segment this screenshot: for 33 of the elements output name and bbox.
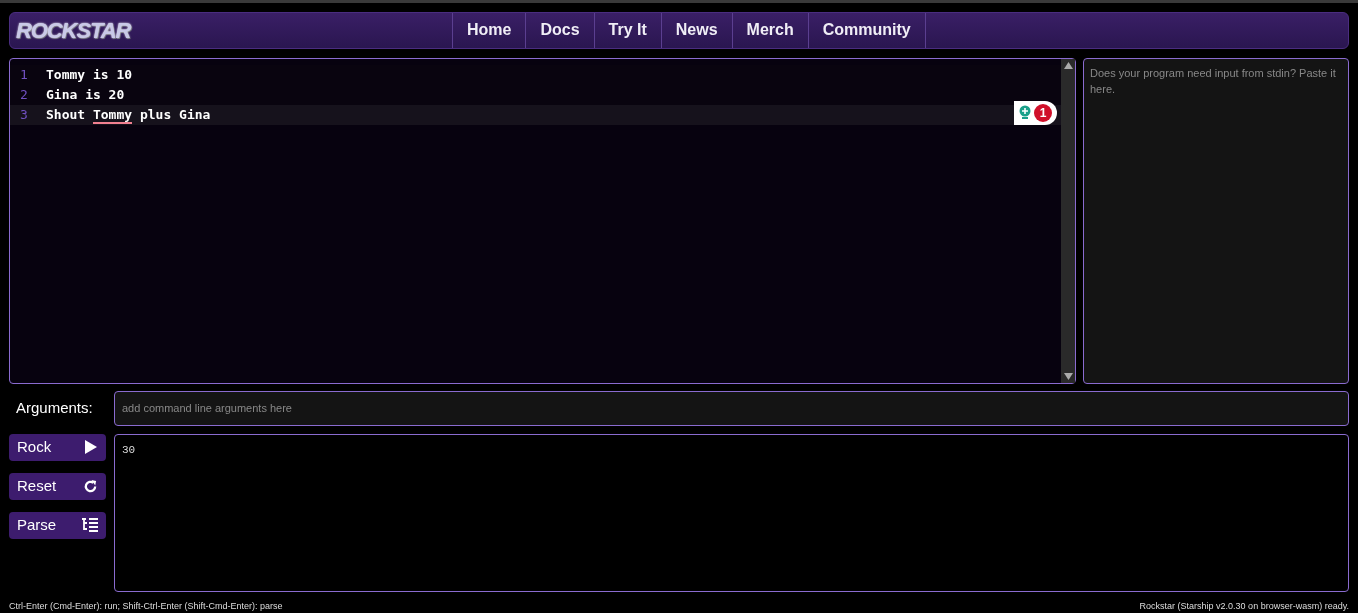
action-button[interactable]: Rock <box>9 433 106 461</box>
output-text: 30 <box>122 442 137 458</box>
code-token: Tommy <box>92 107 133 125</box>
play-icon <box>84 439 98 455</box>
line-number: 1 <box>19 66 29 85</box>
action-button[interactable]: Parse <box>9 511 106 539</box>
stdin-field[interactable]: Does your program need input from stdin? Paste it here. <box>1083 57 1349 384</box>
line-number: 3 <box>19 106 29 125</box>
refresh-icon <box>83 478 98 494</box>
code-token: Gina is 20 <box>46 87 125 105</box>
nav-link[interactable]: Community <box>807 13 926 48</box>
nav-link[interactable]: News <box>660 13 732 48</box>
nav-link[interactable]: Try It <box>593 13 661 48</box>
nav-link[interactable]: Home <box>452 13 526 48</box>
lightbulb-icon <box>1019 104 1031 121</box>
tree-list-icon <box>82 518 98 532</box>
arguments-field[interactable]: add command line arguments here <box>114 390 1349 426</box>
line-number: 2 <box>19 86 29 105</box>
code-token: Tommy is 10 <box>46 67 133 85</box>
nav-link[interactable]: Merch <box>731 13 808 48</box>
logo[interactable]: ROCKSTAR <box>16 13 131 47</box>
shortcut-hint: Ctrl-Enter (Cmd-Enter): run; Shift-Ctrl-Enter (Shift-Cmd-Enter): parse <box>9 599 283 613</box>
problem-count: 1 <box>1034 103 1052 122</box>
scroll-down-icon[interactable] <box>1063 372 1073 380</box>
action-button[interactable]: Reset <box>9 472 106 500</box>
code-editor[interactable]: 1 Tommy is 10 2 Gina is 20 3 Shout Tommy plus Gina 1 <box>9 57 1076 384</box>
nav-link[interactable]: Docs <box>525 13 594 48</box>
status-text: Rockstar (Starship v2.0.30 on browser-wasm) ready. <box>1139 599 1349 613</box>
code-token: Shout <box>46 107 87 125</box>
arguments-label: Arguments: <box>15 397 94 418</box>
code-token: plus Gina <box>138 107 211 125</box>
scrollbar[interactable] <box>1061 58 1075 383</box>
scroll-up-icon[interactable] <box>1063 61 1073 69</box>
